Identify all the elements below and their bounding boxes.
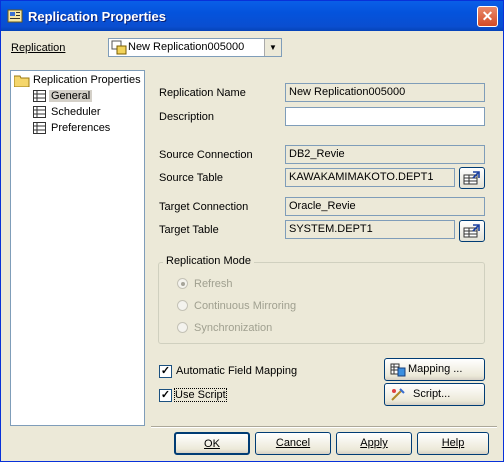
mapping-button-label: Mapping ... xyxy=(408,363,463,375)
replication-label: Replication xyxy=(11,42,66,54)
app-icon xyxy=(7,9,23,23)
cancel-button[interactable]: Cancel xyxy=(255,432,331,455)
checkmark-icon: ✓ xyxy=(160,365,171,377)
mapping-button[interactable]: Mapping ... xyxy=(384,358,485,381)
browse-table-icon xyxy=(463,171,480,185)
source-connection-label: Source Connection xyxy=(159,149,253,161)
apply-button[interactable]: Apply xyxy=(336,432,412,455)
use-script-checkbox[interactable]: ✓ xyxy=(159,389,172,402)
cancel-button-label: Cancel xyxy=(275,437,311,449)
close-icon: ✕ xyxy=(481,8,494,24)
grid-icon xyxy=(33,122,46,134)
script-icon xyxy=(391,388,405,401)
properties-tree[interactable]: Replication Properties General Scheduler… xyxy=(10,70,145,426)
script-button[interactable]: Script... xyxy=(384,383,485,406)
folder-open-icon xyxy=(14,75,30,87)
replication-name-label: Replication Name xyxy=(159,87,246,99)
mapping-icon xyxy=(390,363,406,377)
replication-select[interactable]: New Replication005000 ▼ xyxy=(108,38,282,57)
title-bar[interactable]: Replication Properties ✕ xyxy=(1,1,503,31)
target-connection-field: Oracle_Revie xyxy=(285,197,485,216)
tree-item-label: Scheduler xyxy=(51,106,101,118)
source-table-field: KAWAKAMIMAKOTO.DEPT1 xyxy=(285,168,455,187)
ok-button[interactable]: OK xyxy=(174,432,250,455)
ok-button-label: OK xyxy=(204,438,220,450)
script-button-label: Script... xyxy=(413,388,451,400)
replication-name-field[interactable]: New Replication005000 xyxy=(285,83,485,102)
checkmark-icon: ✓ xyxy=(160,389,171,401)
description-label: Description xyxy=(159,111,215,123)
replication-properties-dialog: Replication Properties ✕ Replication New… xyxy=(0,0,504,462)
grid-icon xyxy=(33,106,46,118)
refresh-label: Refresh xyxy=(194,278,233,290)
target-table-label: Target Table xyxy=(159,224,219,236)
refresh-radio[interactable] xyxy=(177,278,188,289)
close-button[interactable]: ✕ xyxy=(477,6,498,27)
description-field[interactable] xyxy=(285,107,485,126)
continuous-mirroring-label: Continuous Mirroring xyxy=(194,300,297,312)
replication-mode-title: Replication Mode xyxy=(163,255,254,267)
tree-item-label: General xyxy=(49,90,93,102)
use-script-label: Use Script xyxy=(174,388,227,402)
continuous-mirroring-radio[interactable] xyxy=(177,300,188,311)
button-divider xyxy=(151,426,497,428)
source-connection-field: DB2_Revie xyxy=(285,145,485,164)
tree-item-label: Preferences xyxy=(51,122,111,134)
grid-icon xyxy=(33,90,46,102)
replication-icon xyxy=(111,40,127,55)
source-table-browse-button[interactable] xyxy=(459,167,485,189)
synchronization-label: Synchronization xyxy=(194,322,273,334)
target-table-field: SYSTEM.DEPT1 xyxy=(285,220,455,239)
target-table-browse-button[interactable] xyxy=(459,220,485,242)
automatic-field-mapping-label: Automatic Field Mapping xyxy=(176,365,298,377)
help-button-label: Help xyxy=(441,437,465,449)
synchronization-radio[interactable] xyxy=(177,322,188,333)
replication-selected-value: New Replication005000 xyxy=(128,41,245,53)
apply-button-label: Apply xyxy=(360,437,388,449)
window-title: Replication Properties xyxy=(28,9,166,24)
target-connection-label: Target Connection xyxy=(159,201,249,213)
automatic-field-mapping-checkbox[interactable]: ✓ xyxy=(159,365,172,378)
source-table-label: Source Table xyxy=(159,172,224,184)
help-button[interactable]: Help xyxy=(417,432,489,455)
browse-table-icon xyxy=(463,224,480,238)
chevron-down-icon[interactable]: ▼ xyxy=(264,39,281,56)
tree-root-label: Replication Properties xyxy=(33,74,141,86)
